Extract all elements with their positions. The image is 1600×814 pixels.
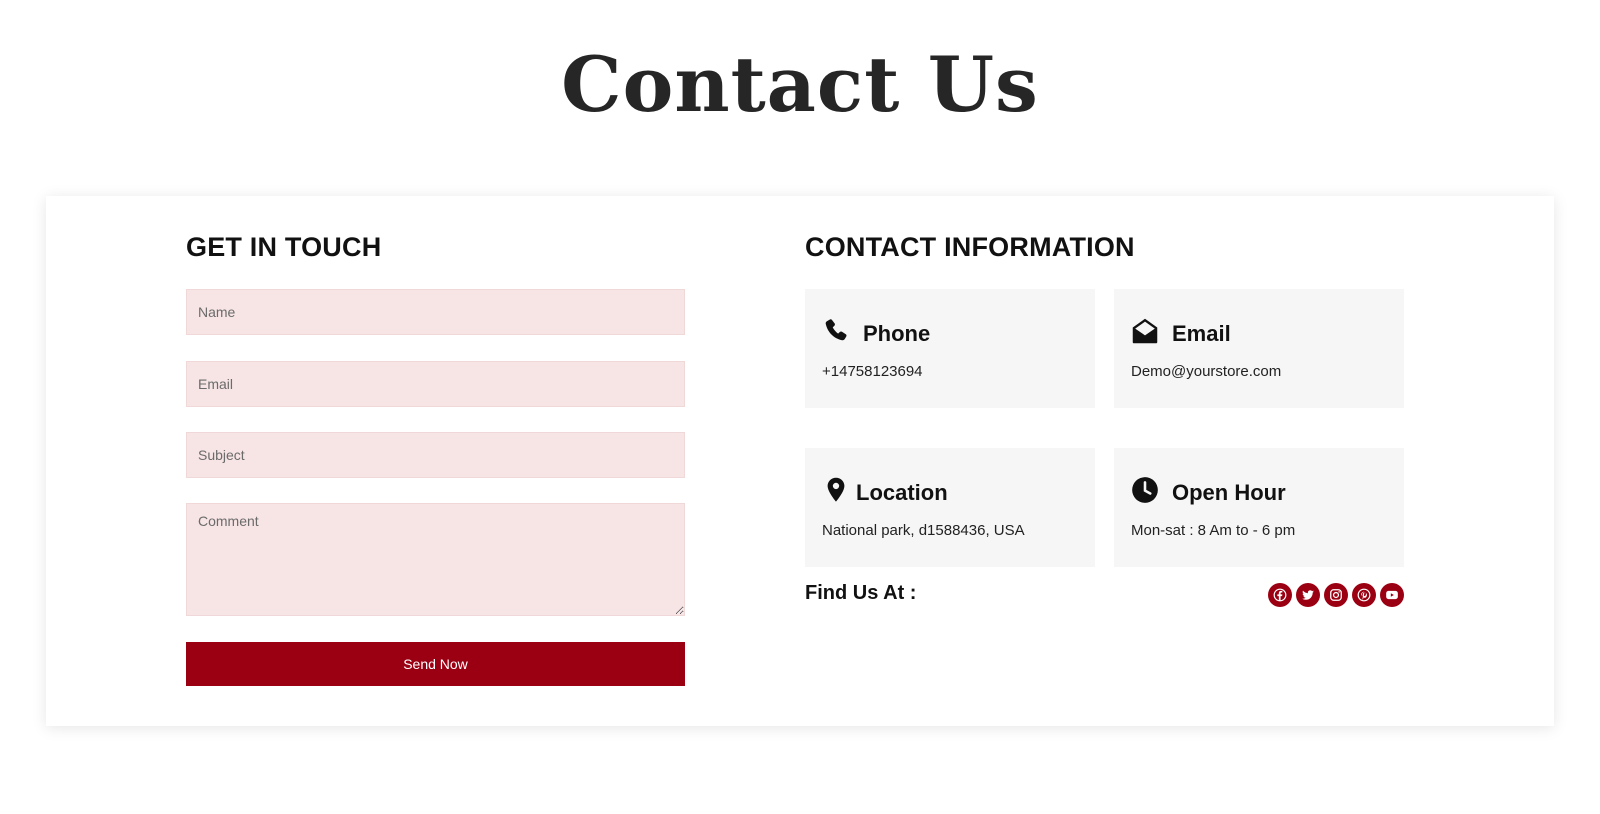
phone-icon (825, 319, 847, 341)
phone-title: Phone (863, 321, 931, 346)
location-value: National park, d1588436, USA (822, 522, 1025, 539)
pinterest-icon (1357, 588, 1371, 602)
twitter-icon (1302, 590, 1314, 600)
map-pin-icon (827, 477, 845, 502)
location-title: Location (856, 480, 948, 505)
open-hour-title: Open Hour (1172, 480, 1286, 505)
email-value: Demo@yourstore.com (1131, 363, 1282, 380)
page-title: Contact Us (561, 40, 1039, 129)
comment-textarea[interactable] (186, 503, 685, 616)
email-input[interactable] (186, 361, 685, 407)
youtube-icon (1386, 590, 1398, 600)
instagram-icon (1330, 589, 1342, 601)
phone-info-box: Phone +14758123694 (805, 289, 1095, 408)
location-info-box: Location National park, d1588436, USA (805, 448, 1095, 567)
open-hour-info-box: Open Hour Mon-sat : 8 Am to - 6 pm (1114, 448, 1404, 567)
youtube-link[interactable] (1380, 583, 1404, 607)
twitter-link[interactable] (1296, 583, 1320, 607)
phone-value: +14758123694 (822, 363, 923, 380)
open-hour-value: Mon-sat : 8 Am to - 6 pm (1131, 522, 1296, 539)
email-info-box: Email Demo@yourstore.com (1114, 289, 1404, 408)
instagram-link[interactable] (1324, 583, 1348, 607)
facebook-icon (1273, 588, 1287, 602)
contact-information-heading: CONTACT INFORMATION (805, 232, 1135, 262)
find-us-label: Find Us At : (805, 582, 917, 604)
email-title: Email (1172, 321, 1231, 346)
facebook-link[interactable] (1268, 583, 1292, 607)
name-input[interactable] (186, 289, 685, 335)
contact-card: GET IN TOUCH Send Now CONTACT INFORMATIO… (46, 196, 1554, 726)
get-in-touch-heading: GET IN TOUCH (186, 232, 382, 262)
pinterest-link[interactable] (1352, 583, 1376, 607)
send-now-button[interactable]: Send Now (186, 642, 685, 686)
subject-input[interactable] (186, 432, 685, 478)
envelope-open-icon (1132, 318, 1158, 344)
clock-icon (1132, 477, 1158, 503)
